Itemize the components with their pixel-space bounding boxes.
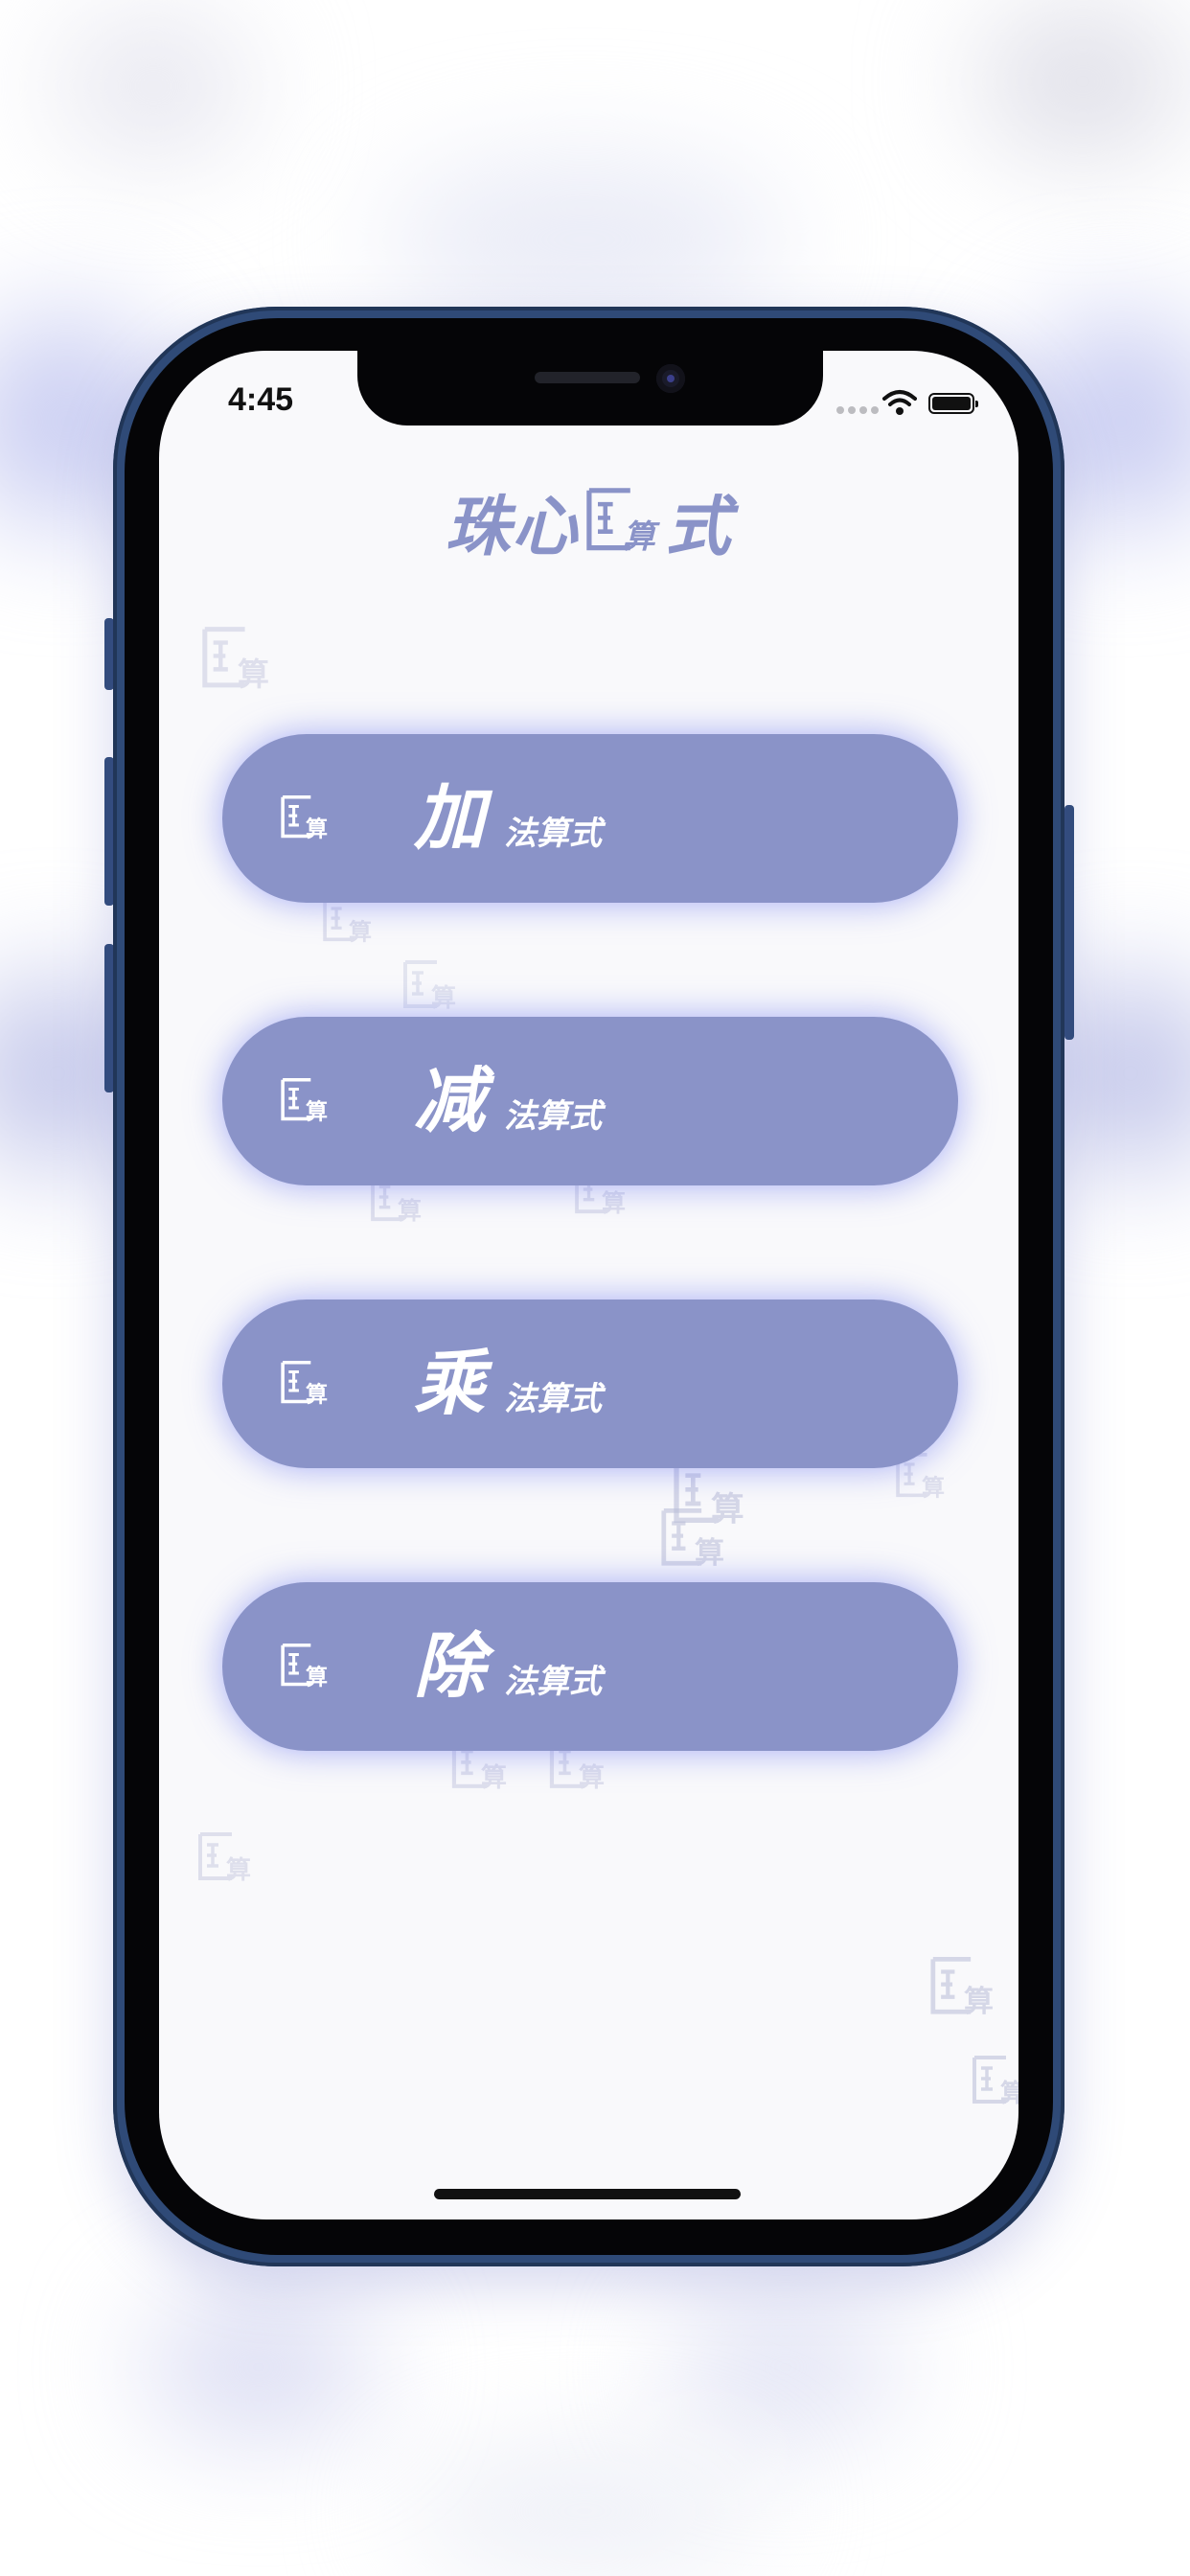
app-screen: 4:45 珠心 式 加 法算式 减 法算式 乘 法算式 除 法算式 xyxy=(159,351,1018,2220)
app-title-left: 珠心 xyxy=(445,489,580,565)
operation-suffix: 法算式 xyxy=(504,1380,602,1418)
bg-blur xyxy=(977,10,1188,153)
operation-suffix: 法算式 xyxy=(504,1097,602,1136)
front-camera xyxy=(656,364,685,393)
operation-char: 加 xyxy=(414,777,485,860)
abacus-logo-icon xyxy=(659,1508,730,1568)
abacus-logo-icon xyxy=(280,795,332,840)
status-time: 4:45 xyxy=(228,381,294,418)
speaker-grille xyxy=(535,372,640,383)
home-indicator[interactable] xyxy=(434,2189,741,2199)
operation-char: 减 xyxy=(414,1060,485,1142)
notch xyxy=(357,351,823,426)
battery-icon xyxy=(928,393,978,414)
bg-blur xyxy=(383,163,786,316)
bg-blur xyxy=(402,2453,767,2568)
operation-char: 乘 xyxy=(414,1343,485,1425)
bg-blur xyxy=(144,2300,374,2434)
addition-button[interactable]: 加 法算式 xyxy=(222,734,958,903)
abacus-logo-icon xyxy=(585,488,660,553)
abacus-logo-icon xyxy=(197,1832,255,1882)
abacus-logo-icon xyxy=(972,2053,1018,2108)
signal-icon xyxy=(836,406,879,414)
operation-suffix: 法算式 xyxy=(504,815,602,853)
power-button xyxy=(1064,805,1074,1040)
abacus-logo-icon xyxy=(280,1644,332,1688)
subtraction-button[interactable]: 减 法算式 xyxy=(222,1017,958,1185)
abacus-logo-icon xyxy=(322,897,376,943)
abacus-logo-icon xyxy=(402,960,460,1010)
abacus-logo-icon xyxy=(929,1957,998,2016)
operation-char: 除 xyxy=(414,1625,485,1708)
operation-suffix: 法算式 xyxy=(504,1663,602,1701)
abacus-logo-icon xyxy=(280,1078,332,1122)
abacus-logo-icon xyxy=(201,627,274,690)
bg-blur xyxy=(57,19,249,153)
app-title: 珠心 式 xyxy=(159,477,1018,565)
app-title-right: 式 xyxy=(665,489,733,565)
abacus-logo-icon xyxy=(280,1361,332,1405)
bg-blur xyxy=(671,2300,901,2434)
division-button[interactable]: 除 法算式 xyxy=(222,1582,958,1751)
multiplication-button[interactable]: 乘 法算式 xyxy=(222,1300,958,1468)
wifi-icon xyxy=(882,390,917,415)
